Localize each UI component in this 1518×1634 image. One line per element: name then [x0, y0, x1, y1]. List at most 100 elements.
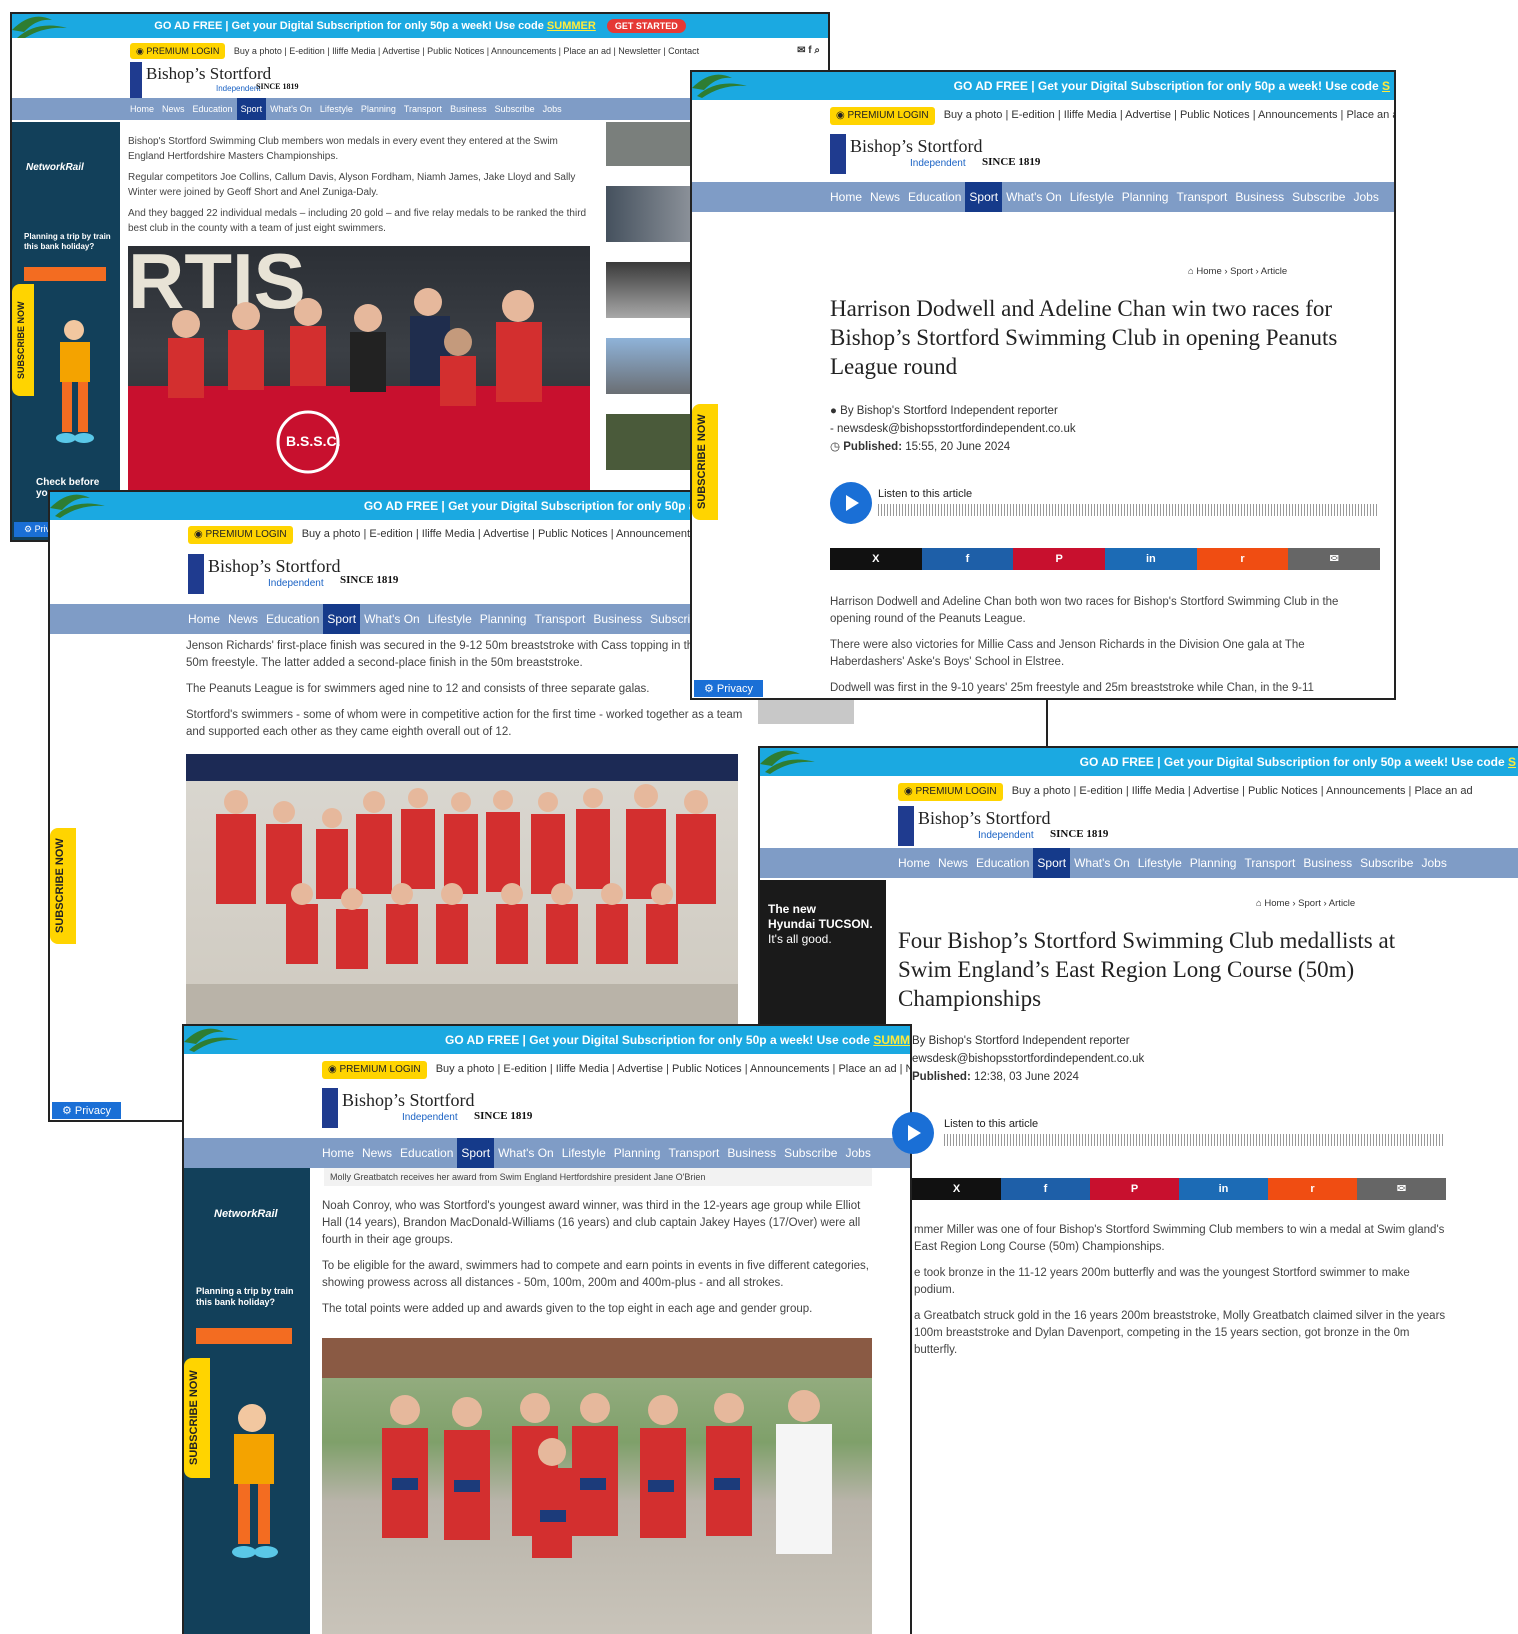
x-share-icon[interactable]: X: [830, 548, 922, 570]
audio-player[interactable]: Listen to this article: [892, 1112, 1448, 1156]
subscribe-now-tab[interactable]: SUBSCRIBE NOW: [692, 404, 718, 520]
subscribe-now-tab[interactable]: SUBSCRIBE NOW: [12, 284, 34, 396]
nav-sport[interactable]: Sport: [236, 98, 267, 120]
nav-lifestyle[interactable]: Lifestyle: [558, 1138, 610, 1168]
nav-sport[interactable]: Sport: [323, 604, 361, 634]
thumb-5[interactable]: [606, 414, 690, 470]
facebook-share-icon[interactable]: f: [921, 548, 1014, 570]
play-icon[interactable]: [892, 1112, 934, 1154]
site-logo[interactable]: Bishop’s Stortford Independent SINCE 181…: [188, 554, 408, 594]
utility-links[interactable]: Buy a photo | E-edition | Iliffe Media |…: [302, 528, 702, 540]
ad-orange-button[interactable]: [24, 267, 106, 281]
utility-links[interactable]: Buy a photo | E-edition | Iliffe Media |…: [944, 109, 1394, 121]
play-icon[interactable]: [830, 482, 872, 524]
nav-lifestyle[interactable]: Lifestyle: [424, 604, 476, 634]
nav-transport[interactable]: Transport: [1172, 182, 1231, 212]
breadcrumb[interactable]: ⌂ Home › Sport › Article: [1188, 266, 1287, 277]
breadcrumb-text[interactable]: Home › Sport › Article: [1196, 266, 1287, 277]
promo-code[interactable]: SUMM: [873, 1033, 910, 1047]
hyundai-ad[interactable]: The new Hyundai TUCSON. It's all good.: [760, 880, 886, 1028]
nav-lifestyle[interactable]: Lifestyle: [1134, 848, 1186, 878]
site-logo[interactable]: Bishop’s Stortford Independent SINCE 181…: [830, 134, 1050, 174]
nav-planning[interactable]: Planning: [610, 1138, 665, 1168]
pinterest-share-icon[interactable]: P: [1090, 1178, 1179, 1200]
nav-business[interactable]: Business: [1231, 182, 1288, 212]
premium-login-button[interactable]: ◉ PREMIUM LOGIN: [322, 1061, 427, 1079]
privacy-button[interactable]: ⚙ Privacy: [694, 680, 763, 697]
nav-jobs[interactable]: Jobs: [539, 98, 566, 120]
site-logo[interactable]: Bishop’s Stortford Independent SINCE 181…: [130, 62, 330, 98]
nav-home[interactable]: Home: [826, 182, 866, 212]
privacy-button[interactable]: ⚙ Privacy: [52, 1102, 121, 1119]
subscribe-now-tab[interactable]: SUBSCRIBE NOW: [50, 828, 76, 944]
byline[interactable]: By Bishop's Stortford Independent report…: [840, 405, 1058, 417]
promo-banner[interactable]: GO AD FREE | Get your Digital Subscripti…: [760, 748, 1518, 776]
nav-education[interactable]: Education: [396, 1138, 457, 1168]
nav-home[interactable]: Home: [184, 604, 224, 634]
nav-jobs[interactable]: Jobs: [1349, 182, 1382, 212]
reddit-share-icon[interactable]: r: [1268, 1178, 1357, 1200]
utility-links[interactable]: Buy a photo | E-edition | Iliffe Media |…: [436, 1063, 910, 1075]
nav-planning[interactable]: Planning: [1118, 182, 1173, 212]
thumb-4[interactable]: [606, 338, 690, 394]
nav-whats-on[interactable]: What's On: [1002, 182, 1066, 212]
nav-planning[interactable]: Planning: [1186, 848, 1241, 878]
premium-login-button[interactable]: ◉ PREMIUM LOGIN: [130, 43, 226, 59]
promo-code[interactable]: S: [1508, 755, 1516, 769]
linkedin-share-icon[interactable]: in: [1179, 1178, 1268, 1200]
x-share-icon[interactable]: X: [912, 1178, 1001, 1200]
nav-subscribe[interactable]: Subscribe: [1356, 848, 1417, 878]
nav-home[interactable]: Home: [894, 848, 934, 878]
email-share-icon[interactable]: ✉: [1357, 1178, 1446, 1200]
promo-banner[interactable]: GO AD FREE | Get your Digital Subscripti…: [12, 14, 828, 38]
byline[interactable]: By Bishop's Stortford Independent report…: [912, 1032, 1472, 1050]
utility-links[interactable]: Buy a photo | E-edition | Iliffe Media |…: [234, 46, 699, 56]
reddit-share-icon[interactable]: r: [1196, 548, 1289, 570]
nav-planning[interactable]: Planning: [476, 604, 531, 634]
social-icons[interactable]: ✉ f ⌕: [797, 40, 820, 62]
pinterest-share-icon[interactable]: P: [1013, 548, 1106, 570]
breadcrumb-text[interactable]: Home › Sport › Article: [1264, 898, 1355, 909]
nav-business[interactable]: Business: [446, 98, 491, 120]
reporter-email[interactable]: ewsdesk@bishopsstortfordindependent.co.u…: [912, 1050, 1472, 1068]
nav-business[interactable]: Business: [589, 604, 646, 634]
nav-education[interactable]: Education: [189, 98, 237, 120]
nav-sport[interactable]: Sport: [965, 182, 1003, 212]
waveform[interactable]: [878, 504, 1378, 516]
nav-jobs[interactable]: Jobs: [1417, 848, 1450, 878]
nav-subscribe[interactable]: Subscribe: [1288, 182, 1349, 212]
nav-sport[interactable]: Sport: [457, 1138, 495, 1168]
nav-news[interactable]: News: [358, 1138, 396, 1168]
nav-news[interactable]: News: [158, 98, 189, 120]
linkedin-share-icon[interactable]: in: [1105, 548, 1197, 570]
nav-sport[interactable]: Sport: [1033, 848, 1071, 878]
premium-login-button[interactable]: ◉ PREMIUM LOGIN: [830, 107, 935, 125]
nav-transport[interactable]: Transport: [400, 98, 446, 120]
nav-planning[interactable]: Planning: [357, 98, 400, 120]
nav-news[interactable]: News: [866, 182, 904, 212]
nav-subscribe[interactable]: Subscribe: [491, 98, 539, 120]
nav-news[interactable]: News: [224, 604, 262, 634]
thumb-2[interactable]: [606, 186, 690, 242]
site-logo[interactable]: Bishop’s Stortford Independent SINCE 181…: [898, 806, 1118, 846]
nav-education[interactable]: Education: [904, 182, 965, 212]
nav-home[interactable]: Home: [126, 98, 158, 120]
promo-banner[interactable]: GO AD FREE | Get your Digital Subscripti…: [184, 1026, 910, 1054]
breadcrumb[interactable]: ⌂ Home › Sport › Article: [1256, 898, 1355, 909]
nav-lifestyle[interactable]: Lifestyle: [316, 98, 357, 120]
get-started-button[interactable]: GET STARTED: [606, 19, 686, 34]
thumb-1[interactable]: [606, 122, 690, 166]
premium-login-button[interactable]: ◉ PREMIUM LOGIN: [898, 783, 1003, 801]
nav-business[interactable]: Business: [723, 1138, 780, 1168]
nav-transport[interactable]: Transport: [664, 1138, 723, 1168]
reporter-email[interactable]: - newsdesk@bishopsstortfordindependent.c…: [830, 420, 1370, 438]
subscribe-now-tab[interactable]: SUBSCRIBE NOW: [184, 1358, 210, 1478]
utility-links[interactable]: Buy a photo | E-edition | Iliffe Media |…: [1012, 785, 1473, 797]
facebook-share-icon[interactable]: f: [1001, 1178, 1090, 1200]
thumb-3[interactable]: [606, 262, 690, 318]
nav-news[interactable]: News: [934, 848, 972, 878]
email-share-icon[interactable]: ✉: [1288, 548, 1381, 570]
nav-whats-on[interactable]: What's On: [360, 604, 424, 634]
nav-education[interactable]: Education: [972, 848, 1033, 878]
nav-education[interactable]: Education: [262, 604, 323, 634]
